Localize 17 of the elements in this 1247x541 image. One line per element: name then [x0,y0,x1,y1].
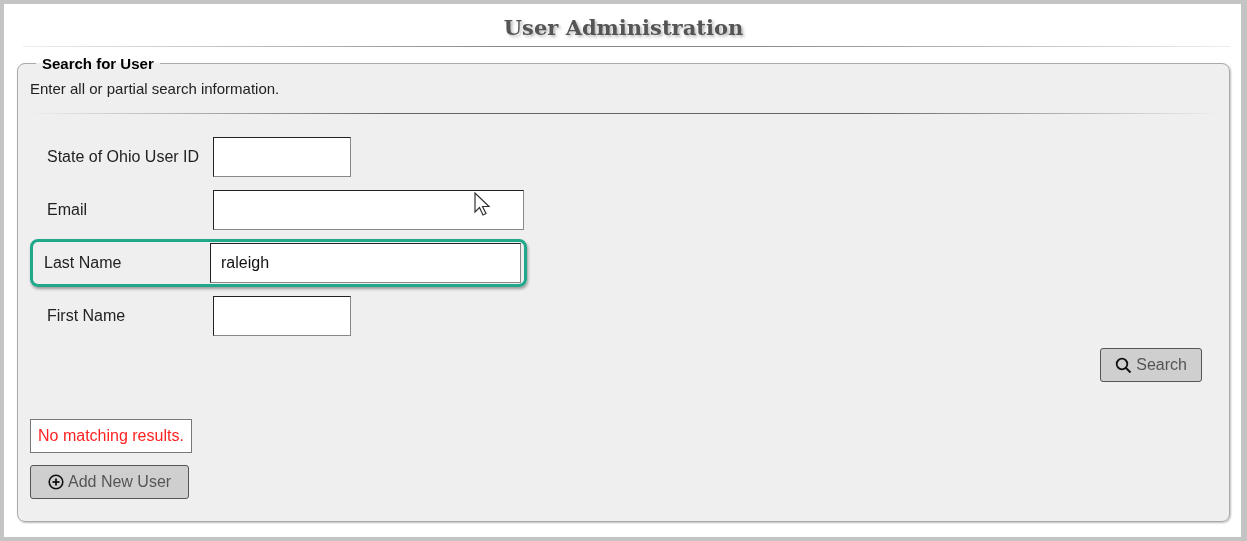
input-field[interactable] [213,296,351,336]
plus-circle-icon [48,474,64,490]
input-field[interactable]: raleigh [210,243,521,283]
panel-legend: Search for User [36,55,160,72]
field-label: Last Name [44,254,123,272]
error-message: No matching results. [30,419,192,453]
add-user-button[interactable]: Add New User [30,465,189,499]
field-label: First Name [47,307,127,325]
input-field[interactable] [213,137,351,177]
mouse-pointer-icon [474,192,492,218]
page-title: User Administration [502,14,745,42]
field-label: Email [47,201,88,219]
search-icon [1115,356,1133,374]
instructions-text: Enter all or partial search information. [30,80,281,97]
search-button[interactable]: Search [1100,348,1202,382]
field-label: State of Ohio User ID [47,148,201,166]
input-field[interactable] [213,190,524,230]
